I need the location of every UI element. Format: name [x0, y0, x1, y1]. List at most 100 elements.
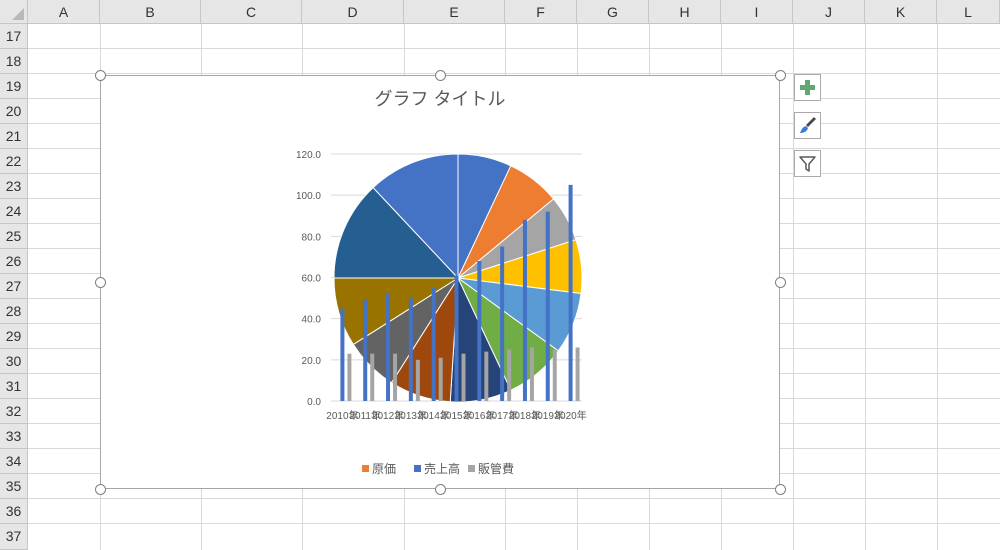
row-header-21[interactable]: 21: [0, 124, 28, 149]
y-tick-label: 20.0: [302, 356, 322, 367]
plus-icon: [800, 80, 815, 95]
legend-label: 原価: [372, 462, 396, 476]
row-header-27[interactable]: 27: [0, 274, 28, 299]
add-chart-element-button[interactable]: [794, 74, 821, 101]
bar[interactable]: [461, 353, 466, 401]
column-header-c[interactable]: C: [201, 0, 302, 24]
resize-handle-top-left[interactable]: [95, 70, 106, 81]
legend-item[interactable]: 原価: [362, 462, 396, 476]
y-tick-label: 60.0: [302, 274, 322, 285]
chart-title[interactable]: グラフ タイトル: [374, 89, 505, 109]
column-header-k[interactable]: K: [865, 0, 937, 24]
y-tick-label: 120.0: [296, 150, 321, 161]
row-header-30[interactable]: 30: [0, 349, 28, 374]
row-header-22[interactable]: 22: [0, 149, 28, 174]
gridline: [28, 498, 1000, 499]
bar[interactable]: [431, 287, 436, 401]
row-header-24[interactable]: 24: [0, 199, 28, 224]
resize-handle-top[interactable]: [435, 70, 446, 81]
row-header-32[interactable]: 32: [0, 399, 28, 424]
column-header-i[interactable]: I: [721, 0, 793, 24]
bar[interactable]: [484, 351, 489, 401]
column-header-b[interactable]: B: [100, 0, 201, 24]
bar[interactable]: [370, 353, 375, 401]
resize-handle-right[interactable]: [775, 277, 786, 288]
bar[interactable]: [347, 353, 352, 401]
gridline: [865, 24, 866, 550]
bar[interactable]: [500, 246, 505, 402]
row-header-29[interactable]: 29: [0, 324, 28, 349]
paintbrush-icon: [800, 117, 816, 133]
row-header-31[interactable]: 31: [0, 374, 28, 399]
gridline: [28, 523, 1000, 524]
select-all-triangle-icon: [12, 8, 24, 20]
resize-handle-top-right[interactable]: [775, 70, 786, 81]
bar[interactable]: [552, 349, 557, 401]
bar[interactable]: [568, 184, 573, 402]
select-all-corner[interactable]: [0, 0, 28, 24]
chart-styles-button[interactable]: [794, 112, 821, 139]
column-header-a[interactable]: A: [28, 0, 100, 24]
legend-item[interactable]: 売上高: [414, 461, 460, 476]
legend-swatch: [362, 465, 369, 472]
row-header-23[interactable]: 23: [0, 174, 28, 199]
column-header-g[interactable]: G: [577, 0, 649, 24]
chart-svg: グラフ タイトル 0.0 20.0 40.0 60.0 80.0 100.0 120.0 2…: [296, 89, 587, 476]
chart-filters-button[interactable]: [794, 150, 821, 177]
bar[interactable]: [545, 211, 550, 401]
gridline: [28, 48, 1000, 49]
row-header-34[interactable]: 34: [0, 449, 28, 474]
column-header-l[interactable]: L: [937, 0, 1000, 24]
gridline: [937, 24, 938, 550]
column-header-f[interactable]: F: [505, 0, 577, 24]
legend-item[interactable]: 販管費: [468, 461, 514, 476]
bar[interactable]: [507, 349, 512, 401]
gridline: [793, 24, 794, 550]
row-header-28[interactable]: 28: [0, 299, 28, 324]
resize-handle-bottom-left[interactable]: [95, 484, 106, 495]
y-tick-label: 0.0: [307, 397, 321, 408]
filter-icon: [799, 156, 816, 172]
chart-legend[interactable]: 原価 売上高 販管費: [362, 461, 514, 476]
column-header-h[interactable]: H: [649, 0, 721, 24]
column-header-j[interactable]: J: [793, 0, 865, 24]
row-header-37[interactable]: 37: [0, 524, 28, 550]
bar[interactable]: [529, 347, 534, 401]
legend-label: 売上高: [424, 461, 460, 476]
bar[interactable]: [477, 261, 482, 401]
row-header-20[interactable]: 20: [0, 99, 28, 124]
bar[interactable]: [438, 357, 443, 401]
resize-handle-left[interactable]: [95, 277, 106, 288]
row-header-33[interactable]: 33: [0, 424, 28, 449]
legend-swatch: [468, 465, 475, 472]
bar[interactable]: [454, 275, 459, 401]
row-header-17[interactable]: 17: [0, 24, 28, 49]
bar[interactable]: [393, 353, 398, 401]
x-axis-ticks: 2010年2011年2012年2013年2014年2015年2016年2017年…: [326, 409, 586, 422]
legend-label: 販管費: [478, 461, 514, 476]
y-tick-label: 80.0: [302, 232, 322, 243]
resize-handle-bottom-right[interactable]: [775, 484, 786, 495]
row-header-35[interactable]: 35: [0, 474, 28, 499]
x-tick-label: 2020年: [554, 409, 586, 422]
legend-swatch: [414, 465, 421, 472]
row-header-19[interactable]: 19: [0, 74, 28, 99]
row-header-25[interactable]: 25: [0, 224, 28, 249]
y-tick-label: 100.0: [296, 191, 321, 202]
bar[interactable]: [386, 293, 391, 401]
bar[interactable]: [522, 219, 527, 401]
bar[interactable]: [363, 300, 368, 401]
bar[interactable]: [408, 298, 413, 401]
gridline: [28, 73, 1000, 74]
bar[interactable]: [340, 308, 345, 402]
row-header-36[interactable]: 36: [0, 499, 28, 524]
bar[interactable]: [415, 359, 420, 401]
bar[interactable]: [575, 347, 580, 401]
row-header-18[interactable]: 18: [0, 49, 28, 74]
column-header-e[interactable]: E: [404, 0, 505, 24]
resize-handle-bottom[interactable]: [435, 484, 446, 495]
column-header-d[interactable]: D: [302, 0, 404, 24]
y-tick-label: 40.0: [302, 315, 322, 326]
row-header-26[interactable]: 26: [0, 249, 28, 274]
chart-area[interactable]: グラフ タイトル 0.0 20.0 40.0 60.0 80.0 100.0 120.0 2…: [100, 75, 780, 489]
